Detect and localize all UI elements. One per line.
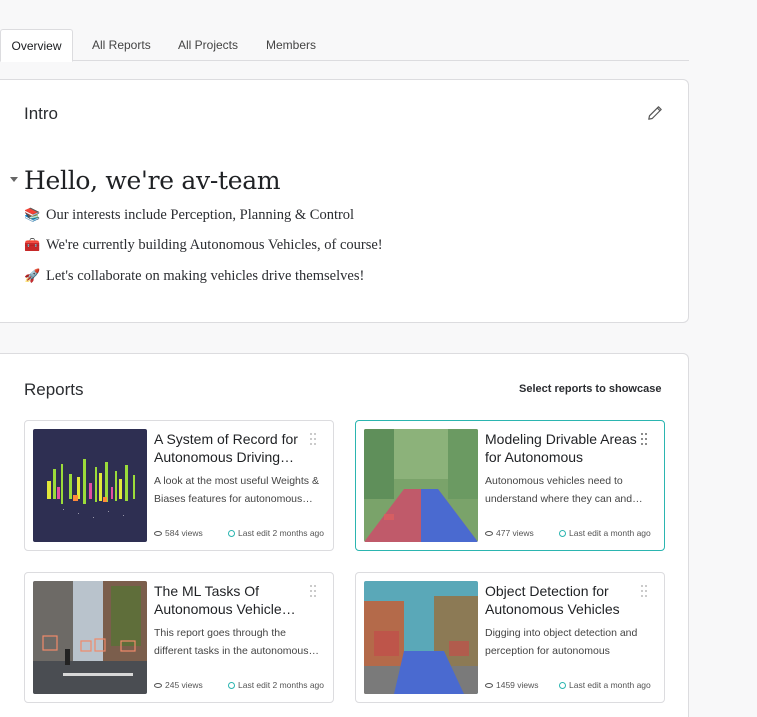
last-edit-text: Last edit a month ago	[569, 680, 651, 690]
eye-icon	[485, 683, 493, 688]
report-views: 477 views	[485, 528, 534, 538]
drag-handle-icon[interactable]	[641, 433, 649, 447]
report-description: A look at the most useful Weights & Bias…	[154, 475, 319, 505]
report-title[interactable]: A System of Record for Autonomous Drivin…	[154, 430, 314, 466]
clock-icon	[559, 530, 566, 537]
report-card[interactable]: A System of Record for Autonomous Drivin…	[24, 420, 334, 551]
report-description: Autonomous vehicles need to understand w…	[485, 475, 643, 505]
intro-line-building: 🧰 We're currently building Autonomous Veh…	[24, 237, 383, 254]
last-edit-text: Last edit a month ago	[569, 528, 651, 538]
drag-handle-icon[interactable]	[641, 585, 649, 599]
intro-heading: Hello, we're av-team	[24, 166, 281, 195]
report-last-edit: Last edit a month ago	[559, 528, 651, 538]
intro-line-interests: 📚 Our interests include Perception, Plann…	[24, 207, 354, 224]
report-card[interactable]: Modeling Drivable Areas for Autonomous V…	[355, 420, 665, 551]
report-last-edit: Last edit 2 months ago	[228, 680, 324, 690]
report-card[interactable]: The ML Tasks Of Autonomous Vehicle… This…	[24, 572, 334, 703]
report-last-edit: Last edit 2 months ago	[228, 528, 324, 538]
intro-line-text: Our interests include Perception, Planni…	[46, 207, 355, 223]
select-reports-showcase-button[interactable]: Select reports to showcase	[519, 383, 661, 395]
report-thumbnail-lidar	[33, 429, 147, 542]
last-edit-text: Last edit 2 months ago	[238, 680, 325, 690]
tab-overview[interactable]: Overview	[0, 29, 73, 62]
intro-line-collaborate: 🚀 Let's collaborate on making vehicles dr…	[24, 268, 364, 285]
tab-all-reports[interactable]: All Reports	[92, 29, 151, 61]
intro-line-text: We're currently building Autonomous Vehi…	[46, 237, 383, 253]
report-views: 1459 views	[485, 680, 539, 690]
rocket-icon: 🚀	[24, 268, 41, 283]
drag-handle-icon[interactable]	[310, 585, 318, 599]
clock-icon	[559, 682, 566, 689]
report-description: Digging into object detection and percep…	[485, 627, 638, 657]
eye-icon	[154, 683, 162, 688]
tab-members[interactable]: Members	[266, 29, 316, 61]
report-description: This report goes through the different t…	[154, 627, 319, 657]
drag-handle-icon[interactable]	[310, 433, 318, 447]
report-views: 584 views	[154, 528, 203, 538]
toolbox-icon: 🧰	[24, 237, 41, 252]
views-count: 584 views	[165, 528, 203, 538]
report-thumbnail-street-scene	[33, 581, 147, 694]
intro-title: Intro	[24, 104, 59, 123]
pencil-icon[interactable]	[647, 105, 663, 121]
report-thumbnail-drivable-areas	[364, 429, 478, 542]
collapse-caret-icon[interactable]	[10, 177, 18, 182]
books-icon: 📚	[24, 207, 41, 222]
report-views: 245 views	[154, 680, 203, 690]
views-count: 1459 views	[496, 680, 539, 690]
clock-icon	[228, 682, 235, 689]
reports-title: Reports	[24, 380, 84, 399]
report-title[interactable]: Object Detection for Autonomous Vehicles…	[485, 582, 645, 618]
tab-bar: Overview All Reports All Projects Member…	[0, 29, 689, 62]
report-title[interactable]: Modeling Drivable Areas for Autonomous V…	[485, 430, 645, 466]
eye-icon	[485, 531, 493, 536]
clock-icon	[228, 530, 235, 537]
views-count: 245 views	[165, 680, 203, 690]
report-card[interactable]: Object Detection for Autonomous Vehicles…	[355, 572, 665, 703]
report-title[interactable]: The ML Tasks Of Autonomous Vehicle…	[154, 582, 314, 618]
report-thumbnail-object-detection	[364, 581, 478, 694]
intro-panel	[0, 79, 689, 323]
views-count: 477 views	[496, 528, 534, 538]
tab-all-projects[interactable]: All Projects	[178, 29, 238, 61]
eye-icon	[154, 531, 162, 536]
intro-line-text: Let's collaborate on making vehicles dri…	[46, 268, 365, 284]
report-last-edit: Last edit a month ago	[559, 680, 651, 690]
last-edit-text: Last edit 2 months ago	[238, 528, 325, 538]
